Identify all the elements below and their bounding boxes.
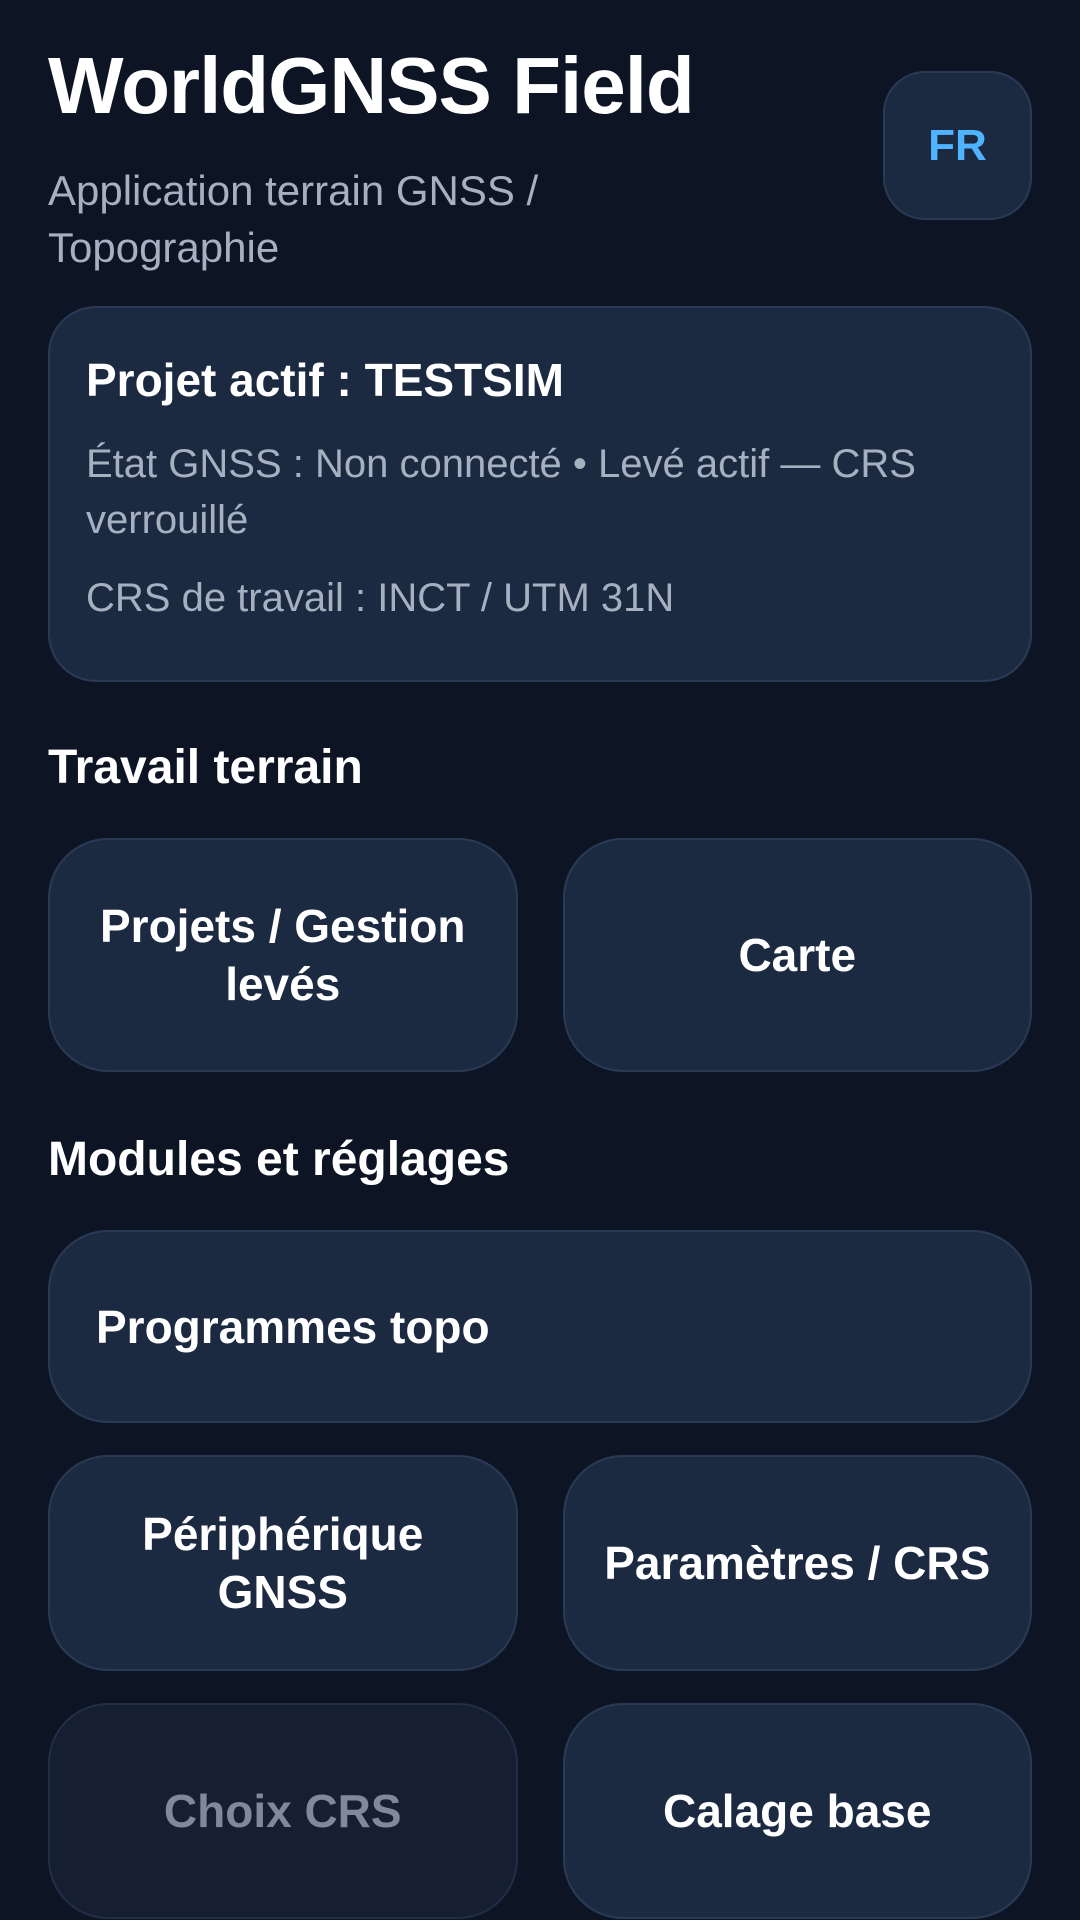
programs-row: Programmes topo	[48, 1230, 1032, 1423]
crs-choice-button[interactable]: Choix CRS	[48, 1703, 518, 1919]
gnss-status-text: État GNSS : Non connecté • Levé actif — …	[86, 442, 916, 542]
active-project-name: Projet actif : TESTSIM	[86, 354, 564, 406]
section-title-modules-settings: Modules et réglages	[48, 1133, 510, 1186]
crs-base-row: Choix CRS Calage base	[48, 1703, 1032, 1919]
app-subtitle: Application terrain GNSS / Topographie	[48, 167, 539, 271]
map-button[interactable]: Carte	[562, 838, 1032, 1072]
language-button[interactable]: FR	[883, 71, 1032, 220]
section-title-field-work: Travail terrain	[48, 741, 363, 794]
active-project-card: Projet actif : TESTSIM État GNSS : Non c…	[48, 306, 1032, 682]
topo-programs-button[interactable]: Programmes topo	[48, 1230, 1032, 1423]
home-screen: WorldGNSS Field Application terrain GNSS…	[0, 0, 1080, 1920]
projects-management-button[interactable]: Projets / Gestion levés	[48, 838, 518, 1072]
working-crs-text: CRS de travail : INCT / UTM 31N	[86, 576, 675, 620]
base-calibration-button[interactable]: Calage base	[562, 1703, 1032, 1919]
crs-settings-button[interactable]: Paramètres / CRS	[562, 1455, 1032, 1671]
device-settings-row: Périphérique GNSS Paramètres / CRS	[48, 1455, 1032, 1671]
app-header: WorldGNSS Field Application terrain GNSS…	[48, 0, 1032, 300]
field-work-row: Projets / Gestion levés Carte	[48, 838, 1032, 1072]
gnss-device-button[interactable]: Périphérique GNSS	[48, 1455, 518, 1671]
